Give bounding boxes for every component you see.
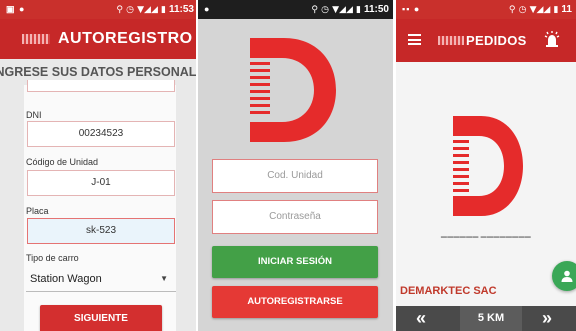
status-bar: ▪▪ ● ⚲ ◷ ▼◢◢ ▮ 11 [396,0,576,19]
app-bar: PEDIDOS [396,19,576,62]
brand-logo-icon [438,36,464,45]
notification-icons: ▣ ● [6,4,26,14]
chevron-down-icon: ▼ [160,274,168,283]
dni-label: DNI [26,110,42,120]
status-time: 11:53 [168,4,194,15]
brand-logo-icon [250,38,336,142]
person-fab-button[interactable] [552,261,576,291]
app-title: PEDIDOS [466,33,527,48]
login-screen: ● ⚲ ◷ ▼◢◢ ▮ 11:50 Cod. Unidad Contraseña … [198,0,393,331]
chevron-right-double-icon[interactable]: » [542,307,552,329]
orders-screen: ▪▪ ● ⚲ ◷ ▼◢◢ ▮ 11 PEDIDOS ▬▬▬▬▬▬ ▬▬▬▬▬▬▬… [396,0,576,331]
car-type-label: Tipo de carro [26,253,79,263]
brand-logo-icon [453,116,523,216]
unit-code-input[interactable]: J-01 [27,170,175,196]
status-time: 11:50 [363,4,389,15]
company-name: DEMARKTEC SAC [400,285,497,297]
distance-filter[interactable]: 5 KM [460,306,522,331]
bottom-navigation: « 5 KM » [396,306,576,331]
unit-code-label: Código de Unidad [26,157,99,167]
status-time: 11 [561,4,572,15]
registration-screen: ▣ ● ⚲ ◷ ▼◢◢ ▮11:53 AUTOREGISTRO INGRESE … [0,0,198,331]
unit-code-input[interactable]: Cod. Unidad [212,159,378,193]
login-button[interactable]: INICIAR SESIÓN [212,246,378,278]
app-bar: AUTOREGISTRO [0,19,198,59]
plate-label: Placa [26,206,49,216]
register-button[interactable]: AUTOREGISTRARSE [212,286,378,318]
status-bar: ● ⚲ ◷ ▼◢◢ ▮ 11:50 [198,0,393,19]
status-icons: ⚲ ◷ ▼◢◢ ▮ 11 [508,4,572,15]
status-bar: ▣ ● ⚲ ◷ ▼◢◢ ▮ 11:53 [0,0,198,19]
plate-input[interactable]: sk-523 [27,218,175,244]
person-icon [561,270,573,282]
status-icons: ⚲ ◷ ▼◢◢ ▮ 11:50 [311,4,389,15]
car-type-select[interactable]: Station Wagon ▼ [26,266,176,292]
loading-caption: ▬▬▬▬▬▬ ▬▬▬▬▬▬▬▬ [440,234,532,240]
app-title: AUTOREGISTRO [58,30,193,47]
menu-icon[interactable] [408,34,421,45]
car-type-value: Station Wagon [30,273,102,285]
dni-input[interactable]: 00234523 [27,121,175,147]
next-button[interactable]: SIGUIENTE [40,305,162,331]
notification-icons: ▪▪ ● [402,4,421,14]
previous-field-input[interactable] [27,80,175,92]
status-icons: ⚲ ◷ ▼◢◢ ▮ 11:53 [116,4,194,15]
brand-logo-icon [22,34,50,44]
notification-icons: ● [204,4,211,14]
alarm-icon[interactable] [542,30,562,50]
screenshot-collage: ▣ ● ⚲ ◷ ▼◢◢ ▮11:53 AUTOREGISTRO INGRESE … [0,0,576,331]
chevron-left-double-icon[interactable]: « [416,307,426,329]
password-input[interactable]: Contraseña [212,200,378,234]
page-heading: INGRESE SUS DATOS PERSONALES [0,65,198,79]
